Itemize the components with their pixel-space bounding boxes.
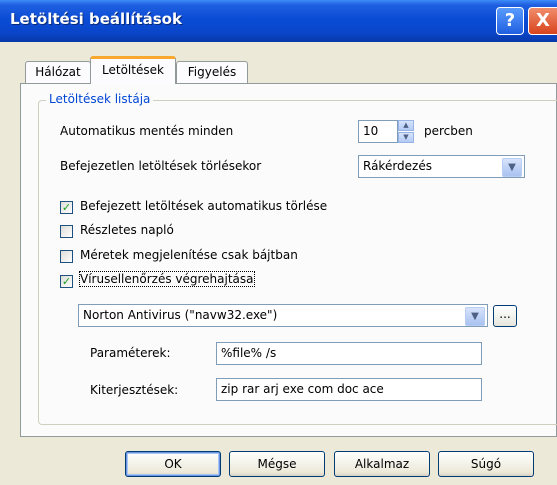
close-icon[interactable]: X [528, 7, 557, 35]
tab-halozat[interactable]: Hálózat [25, 61, 91, 83]
spin-up-icon[interactable]: ▲ [398, 120, 414, 131]
checkbox-bytes-only[interactable] [60, 250, 73, 263]
checkbox-detailed-log-label[interactable]: Részletes napló [80, 223, 174, 237]
antivirus-select[interactable]: Norton Antivirus ("navw32.exe") ▼ [78, 304, 488, 327]
parameters-input[interactable]: %file% /s [216, 342, 482, 365]
extensions-input[interactable]: zip rar arj exe com doc ace [216, 378, 482, 401]
checkbox-auto-delete[interactable]: ✓ [60, 201, 73, 214]
incomplete-select[interactable]: Rákérdezés ▼ [358, 155, 525, 178]
spin-down-icon[interactable]: ▼ [398, 132, 414, 143]
apply-button[interactable]: Alkalmaz [334, 451, 430, 477]
autosave-spinner[interactable]: ▲ ▼ [398, 120, 414, 143]
checkbox-virus-scan-label[interactable]: Vírusellenőrzés végrehajtása [79, 271, 255, 287]
chevron-down-icon[interactable]: ▼ [502, 158, 522, 177]
tab-letoltesek[interactable]: Letöltések [90, 56, 176, 84]
help-button[interactable]: Súgó [438, 451, 534, 477]
downloads-list-group [38, 100, 557, 425]
title-bar[interactable]: Letöltési beállítások ? X [0, 0, 557, 42]
help-icon[interactable]: ? [496, 7, 524, 35]
autosave-unit: percben [424, 124, 473, 138]
incomplete-label: Befejezetlen letöltések törlésekor [60, 159, 262, 173]
extensions-label: Kiterjesztések: [90, 383, 179, 397]
incomplete-selected: Rákérdezés [363, 159, 432, 173]
autosave-input[interactable]: 10 [358, 120, 398, 143]
group-legend: Letöltések listája [46, 92, 154, 106]
checkbox-detailed-log[interactable] [60, 225, 73, 238]
parameters-label: Paraméterek: [90, 346, 171, 360]
chevron-down-icon[interactable]: ▼ [465, 307, 485, 326]
browse-button[interactable]: ... [493, 305, 517, 327]
autosave-label: Automatikus mentés minden [60, 124, 234, 138]
ok-button[interactable]: OK [125, 451, 221, 477]
window-title: Letöltési beállítások [10, 10, 182, 28]
cancel-button[interactable]: Mégse [229, 451, 325, 477]
checkbox-bytes-only-label[interactable]: Méretek megjelenítése csak bájtban [80, 248, 298, 262]
tab-figyeles[interactable]: Figyelés [176, 61, 248, 83]
checkbox-virus-scan[interactable]: ✓ [60, 275, 73, 288]
antivirus-selected: Norton Antivirus ("navw32.exe") [83, 308, 278, 322]
checkbox-auto-delete-label[interactable]: Befejezett letöltések automatikus törlés… [80, 199, 327, 213]
